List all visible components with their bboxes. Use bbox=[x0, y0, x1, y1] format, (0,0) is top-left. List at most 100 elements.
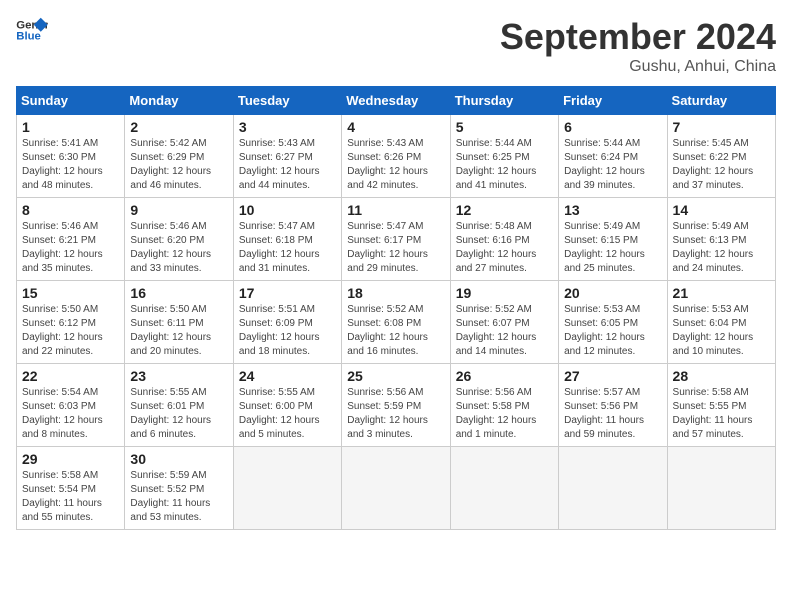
calendar-cell bbox=[233, 447, 341, 530]
day-number: 13 bbox=[564, 202, 661, 218]
calendar-cell: 2 Sunrise: 5:42 AMSunset: 6:29 PMDayligh… bbox=[125, 115, 233, 198]
day-number: 19 bbox=[456, 285, 553, 301]
day-info: Sunrise: 5:41 AMSunset: 6:30 PMDaylight:… bbox=[22, 138, 103, 191]
day-info: Sunrise: 5:58 AMSunset: 5:55 PMDaylight:… bbox=[673, 387, 753, 440]
calendar-cell: 9 Sunrise: 5:46 AMSunset: 6:20 PMDayligh… bbox=[125, 198, 233, 281]
day-info: Sunrise: 5:44 AMSunset: 6:24 PMDaylight:… bbox=[564, 138, 645, 191]
location-subtitle: Gushu, Anhui, China bbox=[500, 58, 776, 76]
day-number: 28 bbox=[673, 368, 770, 384]
calendar-cell: 10 Sunrise: 5:47 AMSunset: 6:18 PMDaylig… bbox=[233, 198, 341, 281]
day-number: 16 bbox=[130, 285, 227, 301]
calendar-cell: 8 Sunrise: 5:46 AMSunset: 6:21 PMDayligh… bbox=[17, 198, 125, 281]
calendar-cell: 7 Sunrise: 5:45 AMSunset: 6:22 PMDayligh… bbox=[667, 115, 775, 198]
day-number: 14 bbox=[673, 202, 770, 218]
calendar-cell: 12 Sunrise: 5:48 AMSunset: 6:16 PMDaylig… bbox=[450, 198, 558, 281]
calendar-body: 1 Sunrise: 5:41 AMSunset: 6:30 PMDayligh… bbox=[17, 115, 776, 530]
svg-text:Blue: Blue bbox=[16, 31, 41, 43]
calendar-cell: 29 Sunrise: 5:58 AMSunset: 5:54 PMDaylig… bbox=[17, 447, 125, 530]
day-number: 17 bbox=[239, 285, 336, 301]
header-thursday: Thursday bbox=[450, 87, 558, 115]
calendar-week-row: 29 Sunrise: 5:58 AMSunset: 5:54 PMDaylig… bbox=[17, 447, 776, 530]
day-number: 24 bbox=[239, 368, 336, 384]
day-info: Sunrise: 5:50 AMSunset: 6:11 PMDaylight:… bbox=[130, 304, 211, 357]
day-info: Sunrise: 5:46 AMSunset: 6:20 PMDaylight:… bbox=[130, 221, 211, 274]
day-info: Sunrise: 5:49 AMSunset: 6:15 PMDaylight:… bbox=[564, 221, 645, 274]
day-info: Sunrise: 5:56 AMSunset: 5:59 PMDaylight:… bbox=[347, 387, 428, 440]
day-info: Sunrise: 5:58 AMSunset: 5:54 PMDaylight:… bbox=[22, 470, 102, 523]
day-number: 11 bbox=[347, 202, 444, 218]
day-info: Sunrise: 5:52 AMSunset: 6:08 PMDaylight:… bbox=[347, 304, 428, 357]
header-monday: Monday bbox=[125, 87, 233, 115]
calendar-cell bbox=[450, 447, 558, 530]
calendar-cell: 1 Sunrise: 5:41 AMSunset: 6:30 PMDayligh… bbox=[17, 115, 125, 198]
month-title: September 2024 bbox=[500, 16, 776, 58]
day-number: 20 bbox=[564, 285, 661, 301]
day-number: 23 bbox=[130, 368, 227, 384]
day-number: 18 bbox=[347, 285, 444, 301]
day-number: 8 bbox=[22, 202, 119, 218]
day-number: 10 bbox=[239, 202, 336, 218]
day-number: 4 bbox=[347, 119, 444, 135]
calendar-cell: 17 Sunrise: 5:51 AMSunset: 6:09 PMDaylig… bbox=[233, 281, 341, 364]
day-number: 15 bbox=[22, 285, 119, 301]
calendar-cell: 11 Sunrise: 5:47 AMSunset: 6:17 PMDaylig… bbox=[342, 198, 450, 281]
day-info: Sunrise: 5:47 AMSunset: 6:18 PMDaylight:… bbox=[239, 221, 320, 274]
calendar-week-row: 1 Sunrise: 5:41 AMSunset: 6:30 PMDayligh… bbox=[17, 115, 776, 198]
day-info: Sunrise: 5:57 AMSunset: 5:56 PMDaylight:… bbox=[564, 387, 644, 440]
calendar-cell: 24 Sunrise: 5:55 AMSunset: 6:00 PMDaylig… bbox=[233, 364, 341, 447]
day-info: Sunrise: 5:55 AMSunset: 6:00 PMDaylight:… bbox=[239, 387, 320, 440]
day-info: Sunrise: 5:43 AMSunset: 6:27 PMDaylight:… bbox=[239, 138, 320, 191]
day-info: Sunrise: 5:49 AMSunset: 6:13 PMDaylight:… bbox=[673, 221, 754, 274]
logo-icon: General Blue bbox=[16, 16, 48, 44]
day-info: Sunrise: 5:54 AMSunset: 6:03 PMDaylight:… bbox=[22, 387, 103, 440]
day-info: Sunrise: 5:56 AMSunset: 5:58 PMDaylight:… bbox=[456, 387, 537, 440]
header-saturday: Saturday bbox=[667, 87, 775, 115]
calendar-cell: 23 Sunrise: 5:55 AMSunset: 6:01 PMDaylig… bbox=[125, 364, 233, 447]
calendar-cell: 26 Sunrise: 5:56 AMSunset: 5:58 PMDaylig… bbox=[450, 364, 558, 447]
day-number: 29 bbox=[22, 451, 119, 467]
day-number: 26 bbox=[456, 368, 553, 384]
day-number: 27 bbox=[564, 368, 661, 384]
day-number: 25 bbox=[347, 368, 444, 384]
calendar-cell: 13 Sunrise: 5:49 AMSunset: 6:15 PMDaylig… bbox=[559, 198, 667, 281]
weekday-header-row: Sunday Monday Tuesday Wednesday Thursday… bbox=[17, 87, 776, 115]
calendar-cell: 22 Sunrise: 5:54 AMSunset: 6:03 PMDaylig… bbox=[17, 364, 125, 447]
calendar-cell: 30 Sunrise: 5:59 AMSunset: 5:52 PMDaylig… bbox=[125, 447, 233, 530]
day-number: 1 bbox=[22, 119, 119, 135]
calendar-cell: 20 Sunrise: 5:53 AMSunset: 6:05 PMDaylig… bbox=[559, 281, 667, 364]
day-info: Sunrise: 5:46 AMSunset: 6:21 PMDaylight:… bbox=[22, 221, 103, 274]
calendar-cell: 14 Sunrise: 5:49 AMSunset: 6:13 PMDaylig… bbox=[667, 198, 775, 281]
day-number: 21 bbox=[673, 285, 770, 301]
calendar-cell: 25 Sunrise: 5:56 AMSunset: 5:59 PMDaylig… bbox=[342, 364, 450, 447]
calendar-cell: 16 Sunrise: 5:50 AMSunset: 6:11 PMDaylig… bbox=[125, 281, 233, 364]
day-info: Sunrise: 5:44 AMSunset: 6:25 PMDaylight:… bbox=[456, 138, 537, 191]
day-number: 5 bbox=[456, 119, 553, 135]
day-number: 22 bbox=[22, 368, 119, 384]
day-info: Sunrise: 5:42 AMSunset: 6:29 PMDaylight:… bbox=[130, 138, 211, 191]
day-info: Sunrise: 5:48 AMSunset: 6:16 PMDaylight:… bbox=[456, 221, 537, 274]
calendar-table: Sunday Monday Tuesday Wednesday Thursday… bbox=[16, 86, 776, 530]
day-number: 7 bbox=[673, 119, 770, 135]
header-friday: Friday bbox=[559, 87, 667, 115]
day-number: 3 bbox=[239, 119, 336, 135]
day-info: Sunrise: 5:52 AMSunset: 6:07 PMDaylight:… bbox=[456, 304, 537, 357]
page-header: General Blue September 2024 Gushu, Anhui… bbox=[16, 16, 776, 76]
logo: General Blue bbox=[16, 16, 48, 44]
day-info: Sunrise: 5:43 AMSunset: 6:26 PMDaylight:… bbox=[347, 138, 428, 191]
day-info: Sunrise: 5:45 AMSunset: 6:22 PMDaylight:… bbox=[673, 138, 754, 191]
day-number: 30 bbox=[130, 451, 227, 467]
header-wednesday: Wednesday bbox=[342, 87, 450, 115]
day-info: Sunrise: 5:59 AMSunset: 5:52 PMDaylight:… bbox=[130, 470, 210, 523]
calendar-week-row: 8 Sunrise: 5:46 AMSunset: 6:21 PMDayligh… bbox=[17, 198, 776, 281]
calendar-cell: 6 Sunrise: 5:44 AMSunset: 6:24 PMDayligh… bbox=[559, 115, 667, 198]
header-tuesday: Tuesday bbox=[233, 87, 341, 115]
calendar-cell: 5 Sunrise: 5:44 AMSunset: 6:25 PMDayligh… bbox=[450, 115, 558, 198]
day-number: 12 bbox=[456, 202, 553, 218]
day-info: Sunrise: 5:55 AMSunset: 6:01 PMDaylight:… bbox=[130, 387, 211, 440]
day-info: Sunrise: 5:50 AMSunset: 6:12 PMDaylight:… bbox=[22, 304, 103, 357]
calendar-week-row: 22 Sunrise: 5:54 AMSunset: 6:03 PMDaylig… bbox=[17, 364, 776, 447]
day-number: 2 bbox=[130, 119, 227, 135]
title-block: September 2024 Gushu, Anhui, China bbox=[500, 16, 776, 76]
calendar-cell: 3 Sunrise: 5:43 AMSunset: 6:27 PMDayligh… bbox=[233, 115, 341, 198]
calendar-cell: 15 Sunrise: 5:50 AMSunset: 6:12 PMDaylig… bbox=[17, 281, 125, 364]
